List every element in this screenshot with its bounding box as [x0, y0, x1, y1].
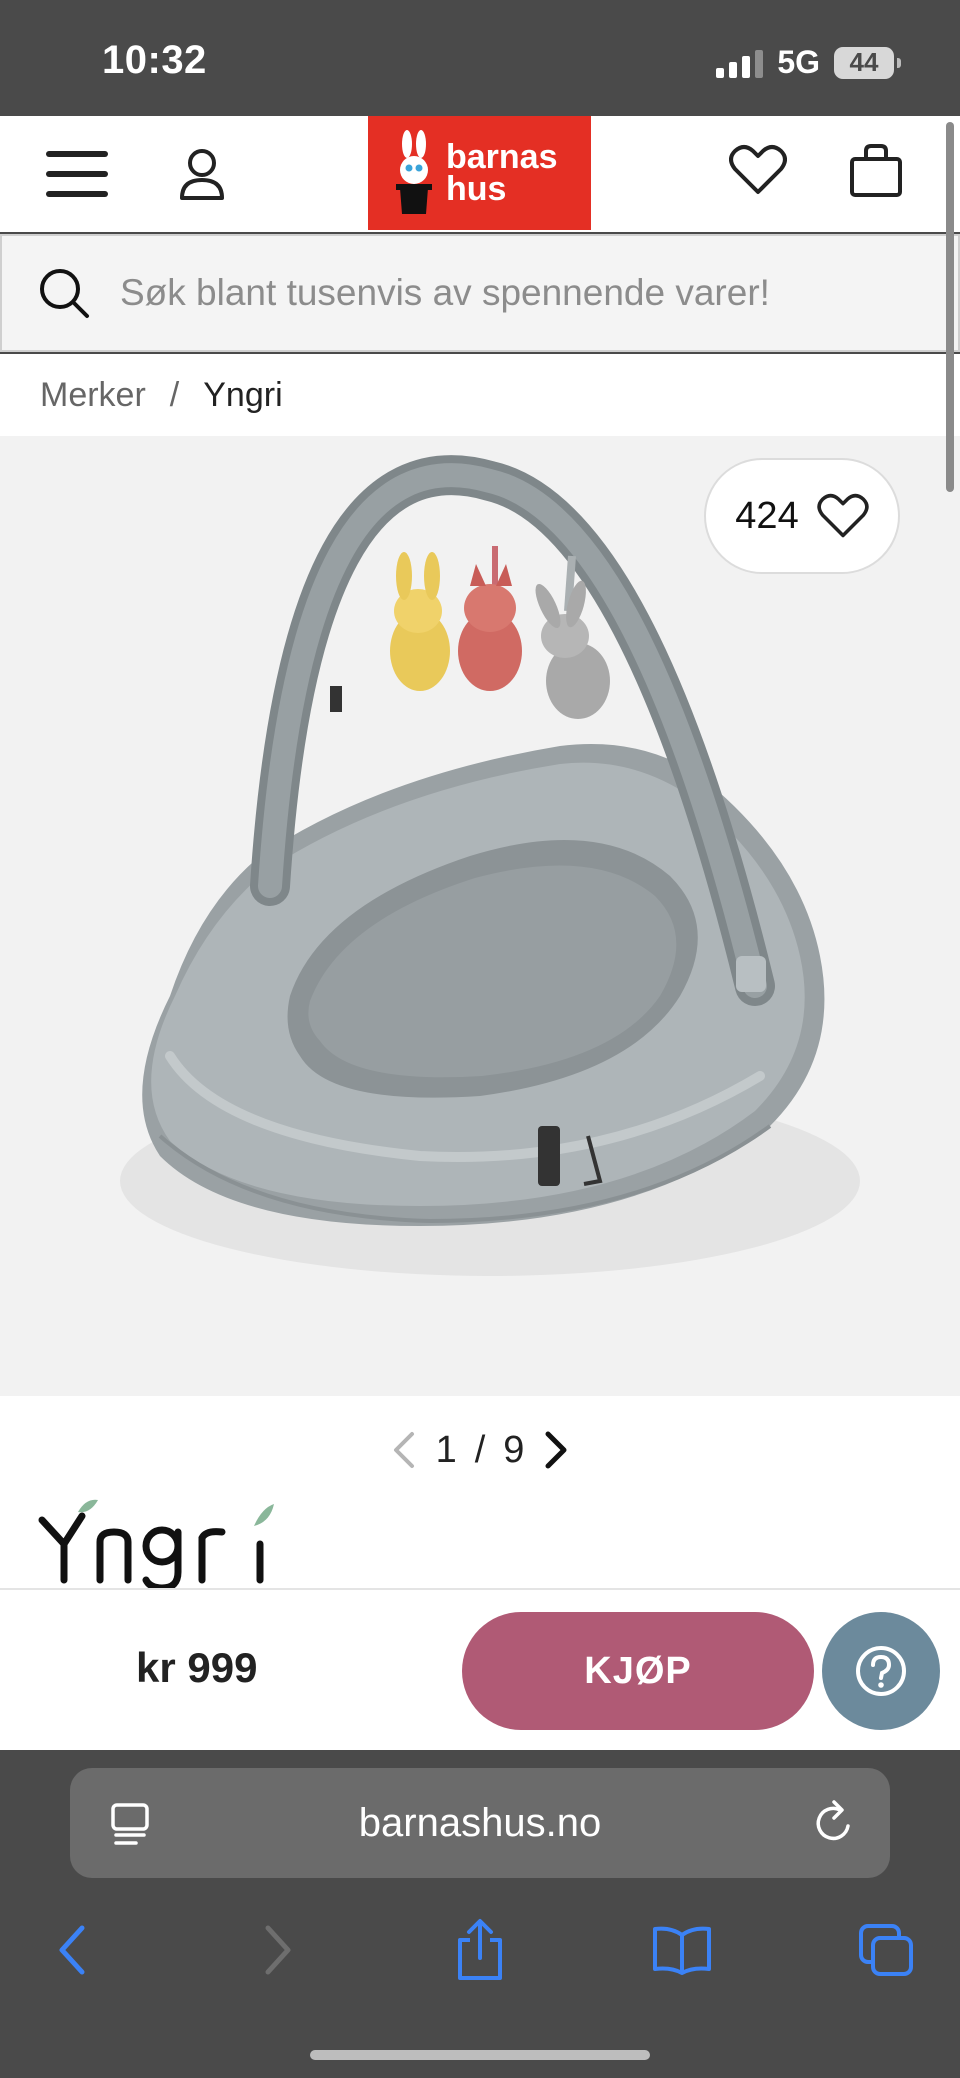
home-indicator	[310, 2050, 650, 2060]
search-bar[interactable]: Søk blant tusenvis av spennende varer!	[0, 234, 960, 352]
yngri-wordmark	[38, 1499, 274, 1592]
url-text: barnashus.no	[358, 1800, 602, 1845]
logo-text: barnas hus	[446, 138, 558, 208]
pager-current: 1	[435, 1428, 457, 1471]
favorite-button[interactable]: 424	[704, 458, 900, 574]
user-icon[interactable]	[172, 140, 232, 210]
browser-toolbar: barnashus.no	[0, 1750, 960, 2078]
heart-icon[interactable]	[726, 138, 790, 202]
tabs-icon[interactable]	[846, 1910, 926, 1990]
signal-icon	[716, 48, 764, 78]
image-pager: 1 / 9	[0, 1424, 960, 1476]
buy-button[interactable]: KJØP	[462, 1612, 814, 1730]
favorite-count: 424	[735, 494, 799, 537]
share-icon[interactable]	[440, 1910, 520, 1990]
rabbit-logo-icon	[396, 130, 432, 214]
reload-icon[interactable]	[812, 1798, 856, 1846]
battery-icon: 44	[834, 46, 901, 79]
chevron-left-icon[interactable]	[390, 1430, 418, 1470]
product-image[interactable]	[0, 436, 960, 1396]
status-time: 10:32	[102, 38, 207, 82]
bag-icon[interactable]	[846, 138, 906, 202]
site-header: barnas hus	[0, 116, 960, 232]
back-icon[interactable]	[32, 1910, 112, 1990]
battery-level: 44	[849, 47, 879, 77]
breadcrumb-current: Yngri	[203, 375, 283, 414]
browser-nav	[0, 1910, 960, 2010]
barnashus-logo[interactable]: barnas hus	[368, 116, 591, 230]
breadcrumb-link-merker[interactable]: Merker	[40, 376, 146, 415]
search-icon	[40, 269, 89, 318]
search-input[interactable]: Søk blant tusenvis av spennende varer!	[120, 272, 770, 314]
forward-icon[interactable]	[238, 1910, 318, 1990]
breadcrumb: Merker / Yngri	[0, 354, 960, 436]
pager-total: 9	[503, 1428, 525, 1471]
menu-icon[interactable]	[34, 146, 120, 202]
chevron-right-icon[interactable]	[542, 1430, 570, 1470]
network-type: 5G	[777, 44, 820, 80]
breadcrumb-separator: /	[169, 375, 180, 414]
address-bar[interactable]: barnashus.no	[70, 1768, 890, 1878]
brand-logo-yngri[interactable]	[38, 1488, 308, 1593]
heart-outline-icon	[817, 493, 869, 538]
buy-bar: kr 999 KJØP	[0, 1588, 960, 1750]
scrollbar[interactable]	[946, 122, 954, 492]
bookmarks-icon[interactable]	[642, 1910, 722, 1990]
reader-icon[interactable]	[110, 1802, 150, 1846]
product-price: kr 999	[136, 1644, 258, 1691]
baby-nest-illustration	[120, 455, 860, 1276]
pager-separator: /	[474, 1428, 486, 1471]
question-icon	[856, 1646, 906, 1696]
status-indicators: 5G 44	[716, 44, 901, 81]
help-button[interactable]	[822, 1612, 940, 1730]
screen: 10:32 5G 44 barnas hus Søk blant tusenvi…	[0, 0, 960, 2078]
status-bar: 10:32 5G 44	[0, 0, 960, 116]
